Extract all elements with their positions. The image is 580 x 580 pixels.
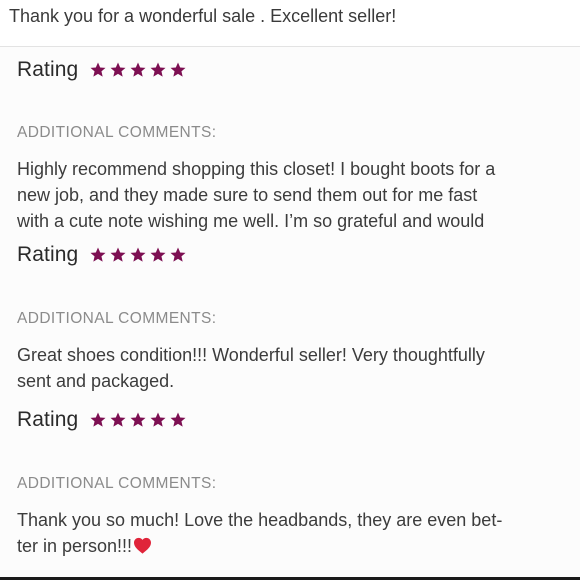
star-icon bbox=[170, 62, 186, 77]
star-icon bbox=[130, 247, 146, 262]
comment-line-with-emoji: ter in person!!! bbox=[17, 533, 563, 559]
star-icon bbox=[170, 412, 186, 427]
star-icon bbox=[150, 62, 166, 77]
rating-label: Rating bbox=[17, 243, 79, 266]
comment-line: Thank you so much! Love the headbands, t… bbox=[17, 510, 503, 530]
heart-icon bbox=[134, 537, 152, 554]
star-icon bbox=[90, 62, 106, 77]
rating-row: Rating bbox=[17, 406, 187, 434]
additional-comments-heading: ADDITIONAL COMMENTS: bbox=[17, 310, 217, 327]
star-icon bbox=[130, 62, 146, 77]
comment-line: ter in person!!! bbox=[17, 536, 133, 556]
rating-label: Rating bbox=[17, 408, 79, 431]
review-comment: Great shoes condition!!! Wonderful selle… bbox=[17, 342, 563, 394]
comment-line: new job, and they made sure to send them… bbox=[17, 185, 478, 205]
star-icon bbox=[90, 412, 106, 427]
star-rating bbox=[89, 411, 187, 429]
star-rating bbox=[89, 61, 187, 79]
previous-comment-banner: Thank you for a wonderful sale . Excelle… bbox=[0, 0, 580, 47]
comment-line: sent and packaged. bbox=[17, 371, 175, 391]
star-icon bbox=[150, 247, 166, 262]
rating-label: Rating bbox=[17, 58, 79, 81]
comment-line: Highly recommend shopping this closet! I… bbox=[17, 159, 496, 179]
comment-line: Great shoes condition!!! Wonderful selle… bbox=[17, 345, 485, 365]
star-rating bbox=[89, 246, 187, 264]
review-comment: Thank you so much! Love the headbands, t… bbox=[17, 507, 563, 563]
star-icon bbox=[150, 412, 166, 427]
additional-comments-heading: ADDITIONAL COMMENTS: bbox=[17, 475, 217, 492]
star-icon bbox=[170, 247, 186, 262]
star-icon bbox=[110, 412, 126, 427]
star-icon bbox=[110, 62, 126, 77]
additional-comments-heading: ADDITIONAL COMMENTS: bbox=[17, 124, 217, 141]
rating-row: Rating bbox=[17, 56, 187, 84]
star-icon bbox=[90, 247, 106, 262]
reviews-panel: Rating ADDITIONAL COMMENTS: Highly recom… bbox=[0, 47, 580, 577]
comment-line: with a cute note wishing me well. I’m so… bbox=[17, 211, 485, 231]
previous-comment-text: Thank you for a wonderful sale . Excelle… bbox=[9, 6, 397, 26]
star-icon bbox=[130, 412, 146, 427]
rating-row: Rating bbox=[17, 241, 187, 269]
review-comment: Highly recommend shopping this closet! I… bbox=[17, 156, 563, 234]
star-icon bbox=[110, 247, 126, 262]
